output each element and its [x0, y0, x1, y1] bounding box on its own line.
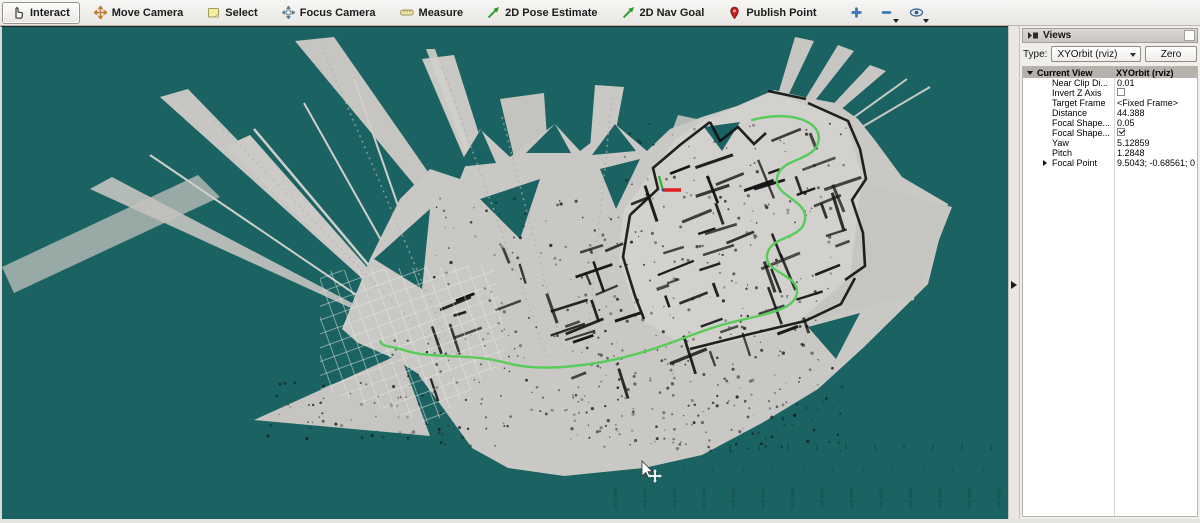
map-pin-icon	[728, 6, 741, 19]
publish-point-tool-button[interactable]: Publish Point	[718, 2, 826, 24]
rviz-window: Interact Move Camera Select	[0, 0, 1200, 523]
property-name: Near Clip Di...	[1023, 78, 1114, 88]
zero-button[interactable]: Zero	[1145, 46, 1197, 62]
green-arrow-icon	[622, 6, 635, 19]
combobox-caret-icon	[1130, 53, 1136, 57]
type-label: Type:	[1023, 49, 1047, 60]
tree-row-focal-point[interactable]: Focal Point 9.5043; -0.68561; 0	[1023, 158, 1197, 168]
property-value[interactable]: 9.5043; -0.68561; 0	[1114, 158, 1197, 168]
nav-goal-tool-button[interactable]: 2D Nav Goal	[612, 2, 715, 24]
panel-title: Views	[1043, 30, 1071, 41]
move-camera-tool-button[interactable]: Move Camera	[84, 2, 194, 24]
minus-icon	[880, 6, 893, 19]
tree-column-divider[interactable]	[1114, 78, 1115, 516]
property-value[interactable]: <Fixed Frame>	[1114, 98, 1197, 108]
focus-camera-tool-button[interactable]: Focus Camera	[272, 2, 386, 24]
tree-row-focal-shape-size[interactable]: Focal Shape... 0.05	[1023, 118, 1197, 128]
property-name: Focal Shape...	[1023, 128, 1114, 138]
property-value[interactable]: 5.12859	[1114, 138, 1197, 148]
dropdown-caret-icon	[893, 19, 899, 23]
toolbar: Interact Move Camera Select	[0, 0, 1200, 26]
focal-shape-checkbox[interactable]	[1117, 128, 1125, 136]
select-box-icon	[207, 6, 220, 19]
current-view-header-row[interactable]: Current View XYOrbit (rviz)	[1023, 67, 1197, 78]
current-view-label: Current View	[1037, 68, 1116, 78]
property-name: Focal Shape...	[1023, 118, 1114, 128]
zero-button-label: Zero	[1161, 49, 1182, 60]
property-name: Pitch	[1023, 148, 1114, 158]
tree-row-distance[interactable]: Distance 44.388	[1023, 108, 1197, 118]
view-properties-tree: Current View XYOrbit (rviz) Near Clip Di…	[1022, 66, 1198, 517]
remove-tool-button[interactable]	[875, 2, 899, 24]
property-name: Yaw	[1023, 138, 1114, 148]
property-name: Target Frame	[1023, 98, 1114, 108]
view-type-row: Type: XYOrbit (rviz) Zero	[1022, 43, 1198, 65]
slam-map-render	[2, 27, 1008, 519]
tool-label: Interact	[30, 7, 70, 19]
property-value[interactable]: 0.05	[1114, 118, 1197, 128]
hand-icon	[12, 6, 25, 19]
property-value[interactable]: 0.01	[1114, 78, 1197, 88]
tool-label: Publish Point	[746, 7, 816, 19]
views-panel-titlebar[interactable]: Views	[1022, 28, 1198, 43]
panel-splitter[interactable]	[1008, 26, 1020, 519]
view-type-combobox[interactable]: XYOrbit (rviz)	[1051, 46, 1141, 62]
tool-label: 2D Pose Estimate	[505, 7, 597, 19]
ruler-icon	[400, 6, 414, 19]
tool-label: Measure	[419, 7, 464, 19]
property-name: Distance	[1023, 108, 1114, 118]
focus-crosshair-icon	[282, 6, 295, 19]
tool-label: 2D Nav Goal	[640, 7, 705, 19]
tree-row-yaw[interactable]: Yaw 5.12859	[1023, 138, 1197, 148]
property-name: Focal Point	[1023, 158, 1114, 168]
window-bottom-edge	[0, 519, 1200, 523]
tool-label: Move Camera	[112, 7, 184, 19]
expander-down-icon[interactable]	[1027, 71, 1033, 75]
green-arrow-icon	[487, 6, 500, 19]
3d-viewport[interactable]	[0, 26, 1008, 519]
tree-row-pitch[interactable]: Pitch 1.2848	[1023, 148, 1197, 158]
views-panel-icon	[1027, 31, 1039, 40]
invert-z-checkbox[interactable]	[1117, 88, 1125, 96]
select-tool-button[interactable]: Select	[197, 2, 267, 24]
splitter-collapse-icon[interactable]	[1011, 281, 1017, 289]
move-arrows-icon	[94, 6, 107, 19]
pose-estimate-tool-button[interactable]: 2D Pose Estimate	[477, 2, 607, 24]
tree-row-target-frame[interactable]: Target Frame <Fixed Frame>	[1023, 98, 1197, 108]
tool-label: Select	[225, 7, 257, 19]
tree-row-focal-shape-fixed[interactable]: Focal Shape...	[1023, 128, 1197, 138]
current-view-value: XYOrbit (rviz)	[1116, 68, 1197, 78]
tree-row-invert-z[interactable]: Invert Z Axis	[1023, 88, 1197, 98]
tree-row-near-clip[interactable]: Near Clip Di... 0.01	[1023, 78, 1197, 88]
expander-right-icon[interactable]	[1043, 160, 1047, 166]
view-type-value: XYOrbit (rviz)	[1057, 49, 1117, 60]
dropdown-caret-icon	[923, 19, 929, 23]
tool-properties-button[interactable]	[905, 2, 929, 24]
add-tool-button[interactable]	[845, 2, 869, 24]
property-value[interactable]: 44.388	[1114, 108, 1197, 118]
tool-label: Focus Camera	[300, 7, 376, 19]
interact-tool-button[interactable]: Interact	[2, 2, 80, 24]
measure-tool-button[interactable]: Measure	[390, 2, 474, 24]
eye-icon	[909, 6, 924, 19]
views-panel: Views Type: XYOrbit (rviz) Zero Current …	[1020, 26, 1200, 519]
panel-undock-button[interactable]	[1184, 30, 1195, 41]
property-value[interactable]: 1.2848	[1114, 148, 1197, 158]
property-name: Invert Z Axis	[1023, 88, 1114, 98]
plus-icon	[850, 6, 863, 19]
